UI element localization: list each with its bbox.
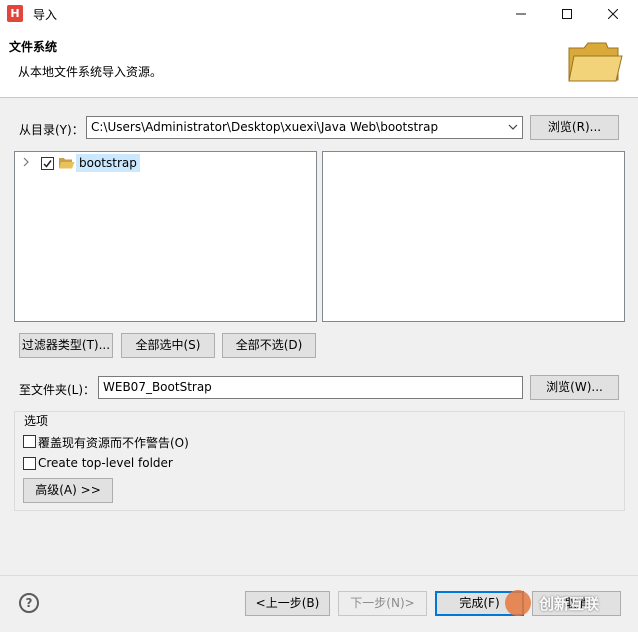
folder-icon	[568, 42, 623, 82]
from-directory-label: 从目录(Y)：	[19, 123, 84, 137]
browse-target-button[interactable]: 浏览(W)...	[530, 375, 619, 400]
page-description: 从本地文件系统导入资源。	[18, 65, 163, 79]
overwrite-label: 覆盖现有资源而不作警告(O)	[38, 436, 189, 450]
folder-tree-panel[interactable]	[14, 151, 317, 322]
app-icon: H	[7, 5, 23, 22]
create-top-level-checkbox[interactable]	[23, 457, 36, 470]
filter-types-button[interactable]: 过滤器类型(T)...	[19, 333, 113, 358]
next-button[interactable]: 下一步(N)>	[338, 591, 427, 616]
maximize-button[interactable]	[544, 0, 590, 28]
options-group-label: 选项	[22, 412, 51, 429]
page-title: 文件系统	[9, 40, 58, 54]
advanced-button[interactable]: 高级(A) >>	[23, 478, 113, 503]
window-title: 导入	[33, 8, 58, 22]
footer-separator	[0, 575, 638, 576]
overwrite-checkbox[interactable]	[23, 435, 36, 448]
minimize-icon	[516, 13, 526, 15]
help-icon[interactable]: ?	[19, 593, 39, 613]
into-folder-input[interactable]: WEB07_BootStrap	[98, 376, 523, 399]
from-directory-combo[interactable]: C:\Users\Administrator\Desktop\xuexi\Jav…	[86, 116, 523, 139]
close-icon	[607, 8, 619, 20]
into-folder-label: 至文件夹(L)：	[19, 383, 96, 397]
watermark-logo-icon	[505, 590, 531, 616]
browse-source-button[interactable]: 浏览(R)...	[530, 115, 619, 140]
tree-item-checkbox[interactable]	[41, 157, 54, 170]
tree-item-bootstrap[interactable]: bootstrap	[76, 154, 140, 172]
back-button[interactable]: <上一步(B)	[245, 591, 330, 616]
deselect-all-button[interactable]: 全部不选(D)	[222, 333, 316, 358]
chevron-right-icon[interactable]	[22, 157, 30, 167]
select-all-button[interactable]: 全部选中(S)	[121, 333, 215, 358]
maximize-icon	[562, 9, 572, 19]
watermark-text: 创新互联	[539, 595, 600, 613]
from-directory-value: C:\Users\Administrator\Desktop\xuexi\Jav…	[91, 120, 439, 134]
file-list-panel[interactable]	[322, 151, 625, 322]
chevron-down-icon[interactable]	[508, 124, 518, 131]
create-top-level-label: Create top-level folder	[38, 456, 173, 470]
minimize-button[interactable]	[498, 0, 544, 28]
folder-open-icon	[59, 158, 75, 169]
close-button[interactable]	[590, 0, 636, 28]
checkmark-icon	[43, 160, 52, 168]
watermark: 创新互联	[505, 588, 631, 618]
